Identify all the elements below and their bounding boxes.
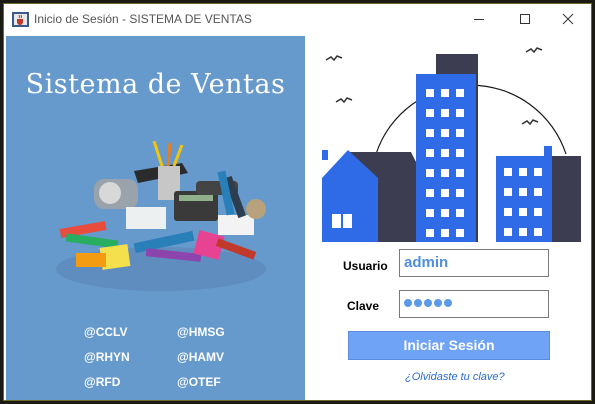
credit-tag: @OTEF xyxy=(177,375,221,389)
password-input[interactable] xyxy=(399,290,549,318)
credit-tag: @HAMV xyxy=(177,350,225,364)
password-dot xyxy=(434,299,442,307)
maximize-icon xyxy=(520,14,530,24)
java-cup-icon xyxy=(12,12,29,27)
password-dot xyxy=(404,299,412,307)
credit-tag: @HMSG xyxy=(177,325,225,339)
password-label: Clave xyxy=(347,299,380,313)
credit-tag: @CCLV xyxy=(84,325,128,339)
window-title: Inicio de Sesión - SISTEMA DE VENTAS xyxy=(34,12,252,26)
credit-tag: @RFD xyxy=(84,375,121,389)
brand-panel: Sistema de Ventas @CCLV @HMSG @RHYN @HAM… xyxy=(6,36,305,400)
city-buildings-image xyxy=(322,47,581,242)
password-dot xyxy=(414,299,422,307)
credit-tag: @RHYN xyxy=(84,350,130,364)
maximize-button[interactable] xyxy=(502,4,548,34)
title-bar[interactable]: Inicio de Sesión - SISTEMA DE VENTAS xyxy=(4,4,591,35)
office-supplies-image xyxy=(56,141,266,291)
password-mask xyxy=(404,299,452,307)
password-dot xyxy=(424,299,432,307)
login-button[interactable]: Iniciar Sesión xyxy=(348,331,550,360)
minimize-icon xyxy=(474,19,484,20)
close-icon xyxy=(562,13,574,25)
username-input[interactable]: admin xyxy=(399,249,549,277)
password-dot xyxy=(444,299,452,307)
username-label: Usuario xyxy=(343,259,388,273)
app-heading: Sistema de Ventas xyxy=(25,69,286,100)
forgot-password-link[interactable]: ¿Olvidaste tu clave? xyxy=(405,371,505,383)
close-button[interactable] xyxy=(545,4,591,34)
login-window: Inicio de Sesión - SISTEMA DE VENTAS Sis… xyxy=(3,3,592,401)
minimize-button[interactable] xyxy=(456,4,502,34)
